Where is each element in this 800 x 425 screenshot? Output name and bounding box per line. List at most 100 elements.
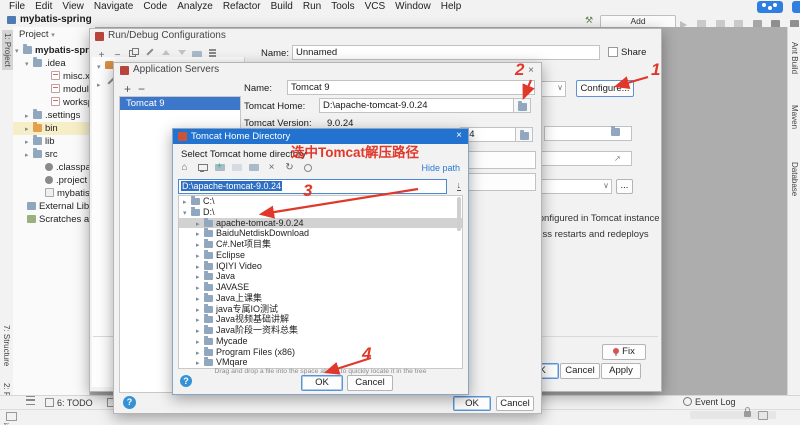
file-tree-row[interactable]: apache-tomcat-9.0.24 [179, 217, 462, 229]
project-tree-row[interactable]: bin [13, 122, 89, 135]
add-icon[interactable]: + [124, 83, 131, 95]
close-icon[interactable]: × [528, 66, 534, 76]
project-tree-row[interactable]: misc.xml [13, 70, 89, 83]
file-tree-row[interactable]: JAVASE [179, 282, 462, 293]
sidebar-tab-project[interactable]: 1: Project [2, 30, 13, 70]
delete-icon[interactable]: × [266, 162, 277, 173]
project-tree-row[interactable]: .classpath [13, 161, 89, 174]
refresh-icon[interactable]: ↻ [284, 162, 295, 173]
file-tree-row[interactable]: D:\ [179, 206, 462, 218]
project-tree-row[interactable]: .project [13, 174, 89, 187]
help-button[interactable]: ? [123, 396, 136, 409]
build-hammer-icon[interactable]: ⚒ [585, 15, 595, 26]
project-tree-row[interactable]: workspace [13, 96, 89, 109]
menu-file[interactable]: File [4, 1, 30, 12]
sidebar-tab-maven[interactable]: Maven [790, 105, 799, 129]
ok-button[interactable]: OK [453, 396, 491, 411]
menu-vcs[interactable]: VCS [360, 1, 391, 12]
chevron-down-icon[interactable] [25, 58, 33, 71]
chevron-down-icon[interactable] [51, 28, 59, 44]
chevron-right-icon[interactable] [196, 359, 204, 368]
menu-code[interactable]: Code [138, 1, 172, 12]
chevron-right-icon[interactable] [25, 149, 33, 162]
sidebar-tab-database[interactable]: Database [790, 162, 799, 196]
apply-button[interactable]: Apply [601, 363, 641, 379]
project-tree-row[interactable]: .idea [13, 57, 89, 70]
remove-icon[interactable]: − [138, 83, 145, 95]
chevron-down-icon[interactable] [183, 209, 191, 218]
help-button[interactable]: ? [180, 375, 192, 387]
file-tree-row[interactable]: Java上课集 [179, 292, 462, 304]
restore-window-icon[interactable] [6, 412, 17, 421]
project-tree-row[interactable]: src [13, 148, 89, 161]
sidebar-tab-ant-build[interactable]: Ant Build [790, 42, 799, 74]
menu-help[interactable]: Help [436, 1, 467, 12]
project-tree-row[interactable]: Scratches and Co [13, 213, 89, 226]
project-panel-header[interactable]: Project [13, 27, 95, 43]
name-input[interactable]: Unnamed [292, 45, 600, 60]
browse-base-directory-button[interactable] [515, 127, 533, 142]
menu-window[interactable]: Window [390, 1, 436, 12]
configure-button[interactable]: Configure... [576, 80, 634, 97]
project-tree-row[interactable]: External Libraries [13, 200, 89, 213]
desktop-icon[interactable] [197, 162, 208, 173]
file-tree-row[interactable]: Java阶段一资料总集 [179, 325, 462, 336]
chevron-right-icon[interactable] [196, 316, 204, 325]
project-tree-row[interactable]: mybatis-sprin [13, 187, 89, 200]
browse-folder-icon[interactable] [611, 126, 620, 136]
base-directory-field-partial[interactable]: 24 [460, 127, 520, 142]
path-input[interactable]: D:\apache-tomcat-9.0.24 [178, 179, 447, 194]
file-tree-row[interactable]: VMqare [179, 357, 462, 368]
hamburger-icon[interactable] [26, 396, 35, 405]
tomcat-home-input[interactable]: D:\apache-tomcat-9.0.24 [319, 98, 517, 113]
chevron-right-icon[interactable] [97, 79, 105, 92]
menu-refactor[interactable]: Refactor [218, 1, 266, 12]
chevron-right-icon[interactable] [196, 220, 204, 229]
menu-run[interactable]: Run [298, 1, 326, 12]
project-tree-row[interactable]: .settings [13, 109, 89, 122]
chevron-right-icon[interactable] [196, 252, 204, 261]
close-icon[interactable]: × [456, 131, 462, 141]
find-folder-icon[interactable] [249, 164, 259, 171]
chevron-right-icon[interactable] [196, 263, 204, 272]
settings-icon[interactable] [302, 162, 313, 173]
chevron-right-icon[interactable] [196, 349, 204, 358]
menu-build[interactable]: Build [266, 1, 298, 12]
new-folder-icon[interactable] [215, 160, 225, 171]
project-tree-row[interactable]: modules.x [13, 83, 89, 96]
chevron-right-icon[interactable] [196, 295, 204, 304]
browser-select[interactable] [536, 179, 612, 194]
name-input[interactable]: Tomcat 9 [287, 80, 535, 95]
menu-tools[interactable]: Tools [326, 1, 359, 12]
chevron-right-icon[interactable] [196, 338, 204, 347]
cancel-button[interactable]: Cancel [496, 396, 534, 411]
more-options-button[interactable]: ... [616, 179, 633, 194]
chevron-right-icon[interactable] [196, 327, 204, 336]
scrollbar-thumb[interactable] [457, 197, 461, 231]
project-tree-row[interactable]: mybatis-spring [13, 44, 89, 57]
server-list-item[interactable]: Tomcat 9 [120, 97, 240, 110]
event-log-button[interactable]: Event Log [683, 395, 736, 409]
menu-navigate[interactable]: Navigate [89, 1, 138, 12]
hide-path-link[interactable]: Hide path [421, 163, 460, 173]
file-tree-row[interactable]: IQIYI Video [179, 260, 462, 272]
indent-indicator-icon[interactable] [758, 411, 768, 420]
menu-edit[interactable]: Edit [30, 1, 57, 12]
cancel-button[interactable]: Cancel [560, 363, 600, 379]
file-tree-row[interactable]: Eclipse [179, 249, 462, 261]
lock-icon[interactable] [744, 407, 751, 417]
menu-analyze[interactable]: Analyze [172, 1, 218, 12]
file-tree-row[interactable]: C#.Net项目集 [179, 239, 462, 250]
chevron-right-icon[interactable] [196, 273, 204, 282]
chevron-right-icon[interactable] [196, 241, 204, 250]
bottom-tab-6-todo[interactable]: 6: TODO [45, 398, 93, 408]
ok-button[interactable]: OK [301, 375, 343, 391]
save-path-icon[interactable]: ↓ [456, 180, 461, 191]
application-server-select[interactable] [538, 81, 566, 97]
chevron-right-icon[interactable] [196, 230, 204, 239]
file-tree-row[interactable]: Java视频基础讲解 [179, 314, 462, 325]
fix-button[interactable]: Fix [602, 344, 646, 360]
file-tree-row[interactable]: java专属IO测试 [179, 303, 462, 315]
sidebar-tab-structure[interactable]: 7: Structure [2, 325, 11, 366]
file-tree-row[interactable]: Program Files (x86) [179, 346, 462, 358]
